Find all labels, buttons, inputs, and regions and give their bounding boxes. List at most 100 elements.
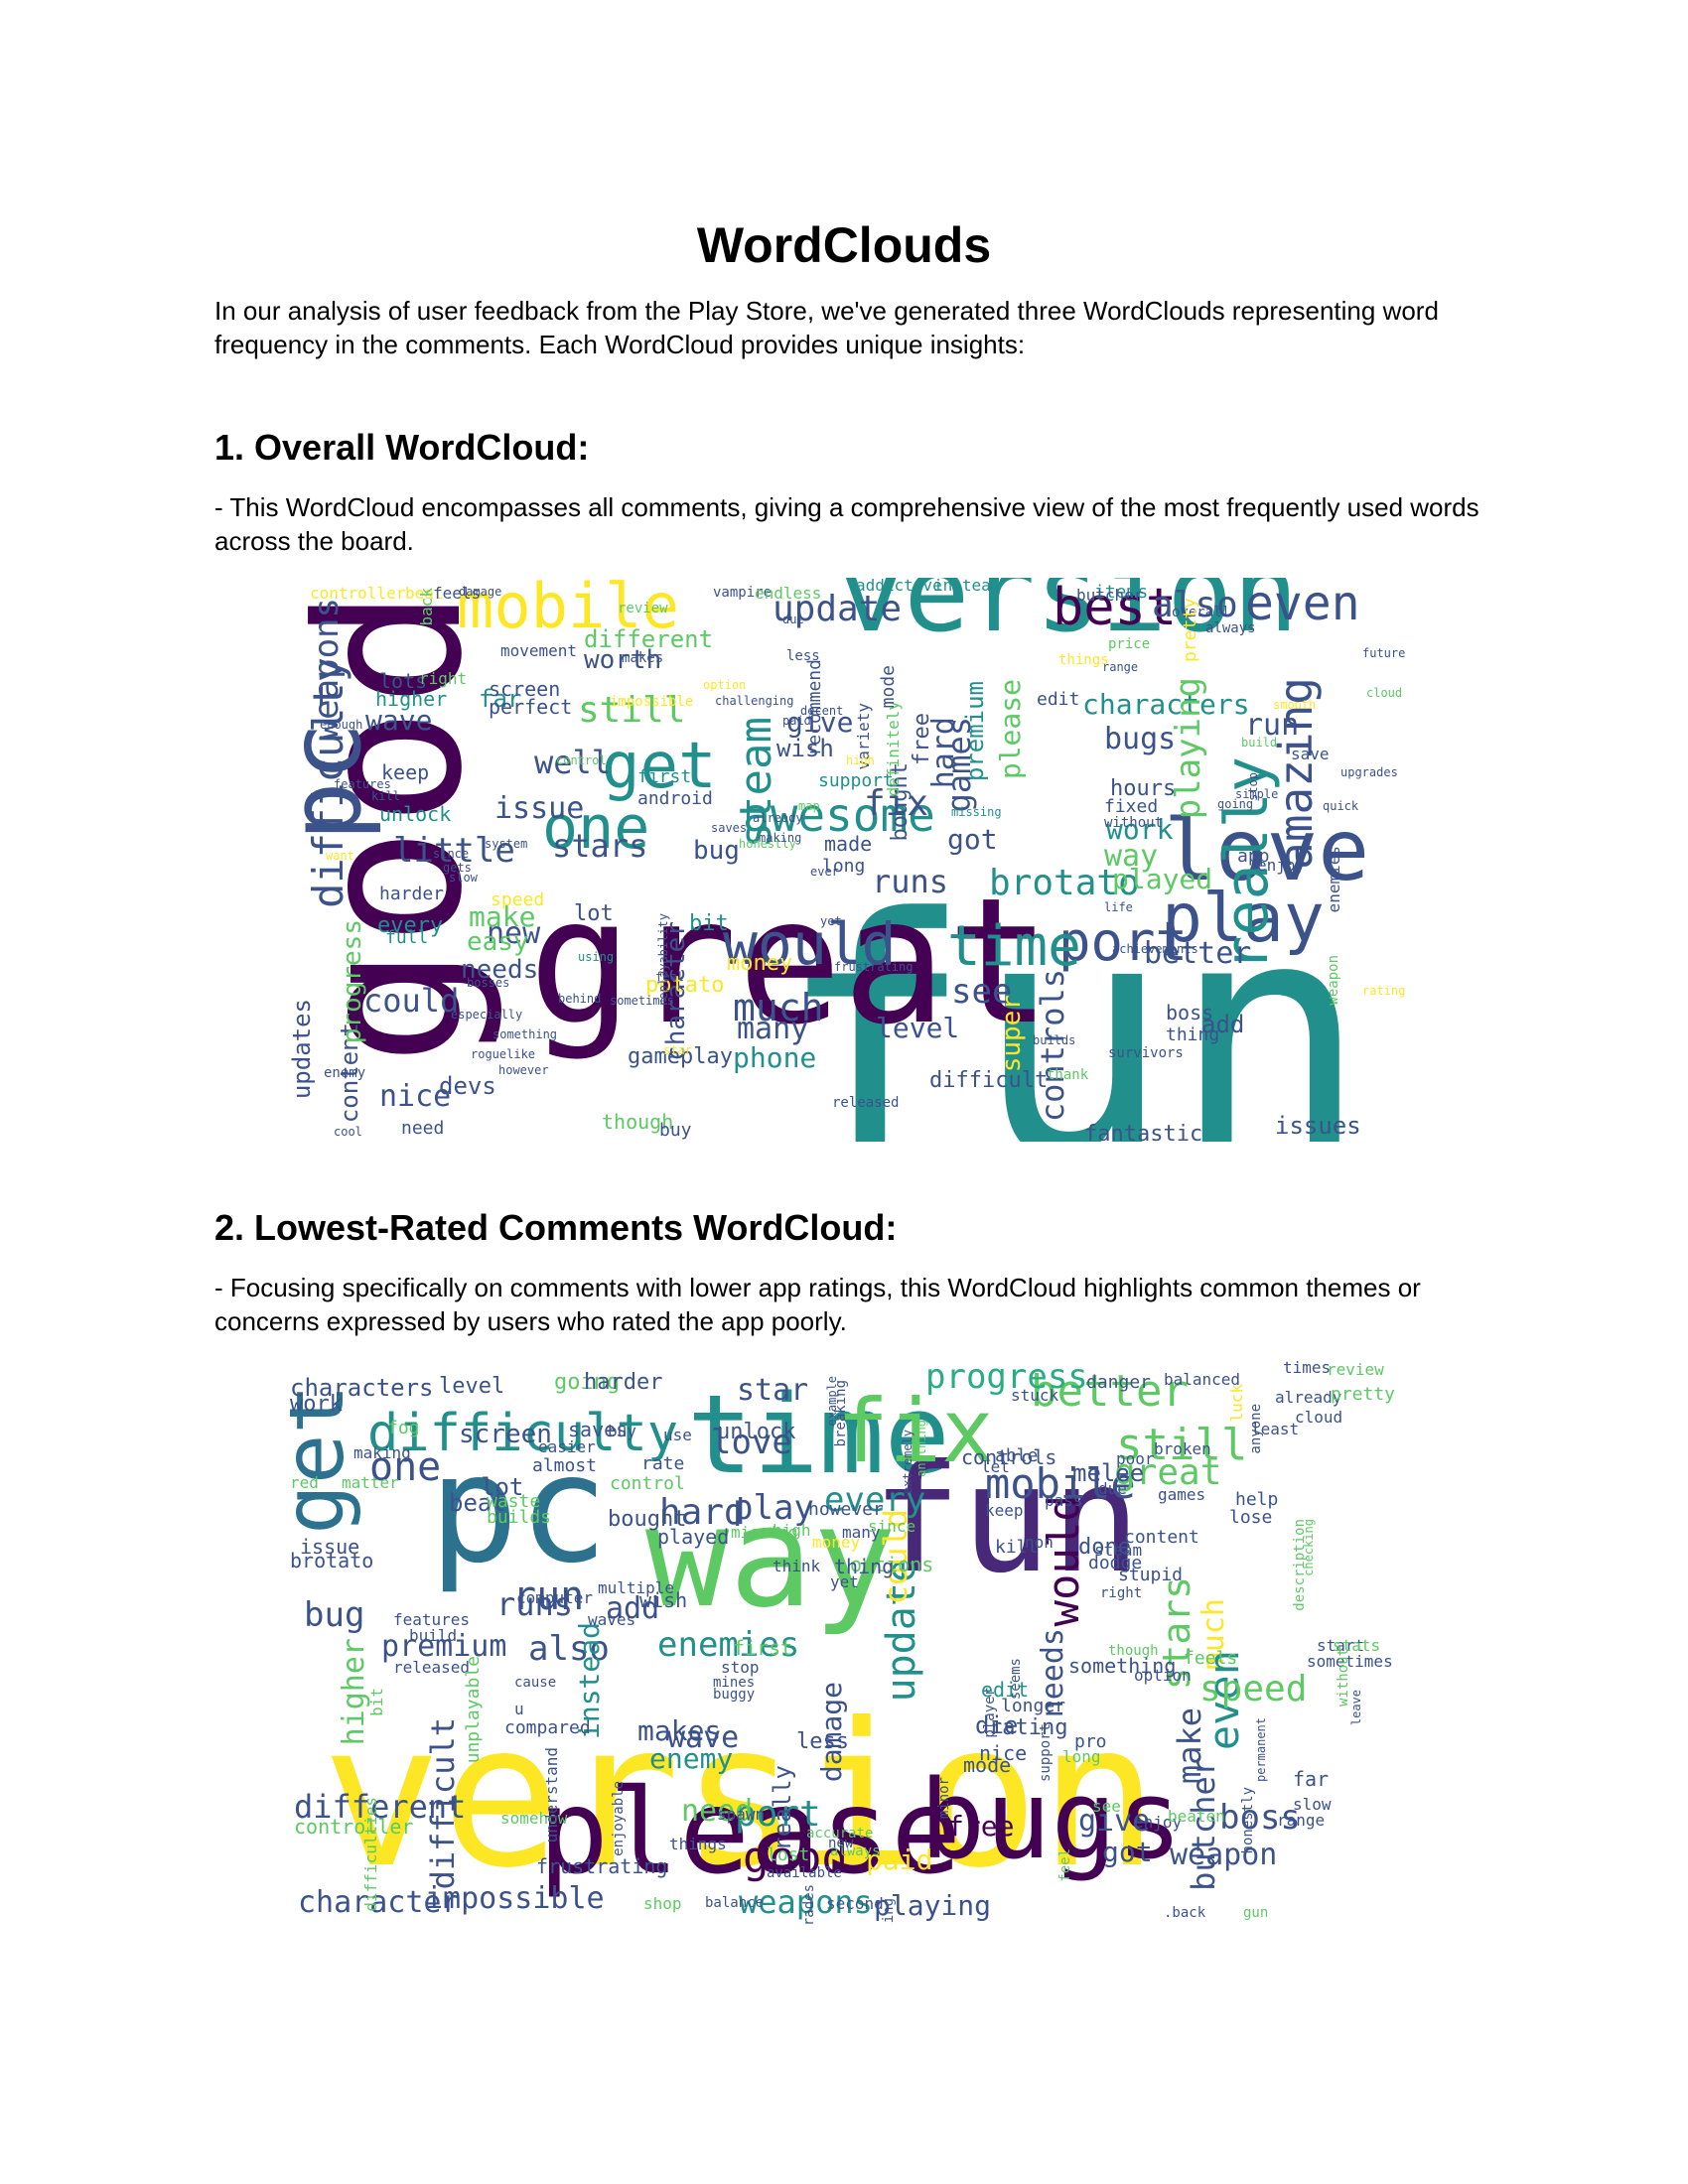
word-perfect: perfect	[489, 695, 573, 719]
word-since: since	[433, 847, 470, 861]
word-buggy: buggy	[713, 1687, 756, 1703]
word-leave: leave	[1349, 1690, 1363, 1726]
word-seems: seems	[1008, 1658, 1024, 1701]
word-stop: stop	[721, 1658, 760, 1677]
word-decent: decent	[800, 704, 844, 718]
word-issue: issue	[494, 791, 585, 826]
word-enjoyable: enjoyable	[611, 1781, 627, 1856]
word-pretty: pretty	[1180, 598, 1200, 663]
word-bug: bug	[693, 836, 740, 866]
word-minor: minor	[936, 1777, 952, 1820]
word-think: think	[773, 1557, 821, 1575]
word-super: super	[997, 995, 1027, 1073]
word-wave: wave	[365, 704, 433, 737]
word-checking: checking	[1302, 1519, 1316, 1576]
word-without: without	[1104, 815, 1164, 831]
word-difficult: difficult	[929, 1068, 1049, 1093]
word-poor: poor	[1116, 1449, 1155, 1468]
word-fog: fog	[387, 1418, 420, 1438]
word-played: played	[657, 1525, 730, 1549]
word-thing: thing	[1166, 1024, 1220, 1045]
word-use: use	[663, 1426, 692, 1444]
word-really: really	[769, 1765, 796, 1851]
word-boss: boss	[1166, 1001, 1214, 1024]
word-player: player	[982, 1688, 998, 1738]
word-released: released	[832, 1095, 900, 1111]
word-however: however	[498, 1063, 549, 1077]
word-bit: bit	[367, 1688, 386, 1716]
word-behind: behind	[558, 992, 602, 1006]
word-something: something	[492, 1027, 558, 1041]
word-speed: speed	[491, 889, 545, 910]
word-u: u	[514, 1700, 524, 1718]
word-pretty: pretty	[1331, 1384, 1396, 1405]
word-long: long	[1062, 1747, 1101, 1766]
word-devs: devs	[439, 1072, 496, 1100]
word-addictive: addictive	[856, 578, 942, 595]
word-matter: matter	[342, 1473, 399, 1492]
word-enemy: enemy	[324, 1065, 366, 1081]
word-need: need	[401, 1118, 445, 1139]
word-longer: longer	[1001, 1696, 1066, 1716]
word-back: .back	[1164, 1905, 1206, 1921]
word-stuck: stuck	[1011, 1386, 1059, 1405]
word-play: play	[733, 1488, 814, 1528]
word-cloud: cloud	[1366, 686, 1403, 700]
word-made: made	[824, 832, 873, 856]
word-money: money	[812, 1533, 861, 1552]
word-runs: runs	[872, 863, 949, 900]
word-controller: controller	[294, 1815, 414, 1839]
word-way: way	[1104, 839, 1159, 874]
overall-wordcloud-image: fun great good pc version mobile best also even u…	[290, 578, 1406, 1142]
word-save: save	[1291, 745, 1330, 763]
word-money: money	[727, 951, 793, 976]
word-impossible: impossible	[425, 1881, 605, 1916]
word-saves: saves	[711, 821, 748, 835]
word-smooth: smooth	[1273, 698, 1317, 712]
word-future: future	[1362, 646, 1406, 660]
word-making: making	[353, 1443, 411, 1462]
word-new: new	[828, 1836, 854, 1851]
word-level: level	[439, 1374, 505, 1399]
word-due: due	[782, 613, 804, 626]
word-weapon: weapon	[1326, 955, 1341, 1006]
word-computer: computer	[516, 1588, 594, 1607]
word-sometimes: sometimes	[610, 994, 675, 1008]
intro-paragraph: In our analysis of user feedback from th…	[214, 296, 1439, 359]
word-almost: almost	[532, 1455, 598, 1476]
word-damage: damage	[815, 1682, 848, 1783]
word-support: support	[1038, 1723, 1054, 1783]
word-using: using	[578, 950, 615, 964]
word-makes: makes	[622, 650, 664, 666]
word-weapon: weapon	[1170, 1838, 1278, 1872]
word-without: without	[1336, 1648, 1351, 1707]
word-review: review	[1327, 1360, 1384, 1379]
word-android: android	[637, 788, 713, 809]
word-danger: danger	[1086, 1372, 1152, 1393]
word-due: due	[1098, 1479, 1127, 1498]
word-lose: lose	[1229, 1507, 1273, 1528]
word-broken: broken	[1154, 1439, 1211, 1458]
word-review: review	[618, 601, 668, 616]
word-time: time	[947, 914, 1081, 979]
word-roguelike: roguelike	[471, 1047, 536, 1061]
word-edit: edit	[1037, 689, 1080, 710]
word-making: making	[759, 831, 802, 845]
word-gun: gun	[1243, 1905, 1269, 1921]
word-life: life	[1104, 900, 1133, 914]
word-games: games	[1158, 1485, 1206, 1504]
word-got: got	[947, 823, 998, 856]
word-compared: compared	[504, 1717, 591, 1738]
word-builds: builds	[1033, 1033, 1076, 1047]
word-extremely: extremely	[901, 1430, 914, 1495]
word-feel: feel	[1057, 1848, 1073, 1882]
word-replayability: replayability	[656, 913, 670, 1007]
word-characters: characters	[1082, 688, 1250, 721]
section-description-lowest-rated: - Focusing specifically on comments with…	[214, 1273, 1421, 1336]
word-able: able	[995, 1445, 1039, 1466]
word-work: work	[290, 1392, 343, 1417]
word-star: star	[663, 1043, 692, 1057]
word-balance: balance	[705, 1895, 765, 1911]
word-less: less	[786, 648, 820, 664]
word-released: released	[393, 1658, 471, 1677]
